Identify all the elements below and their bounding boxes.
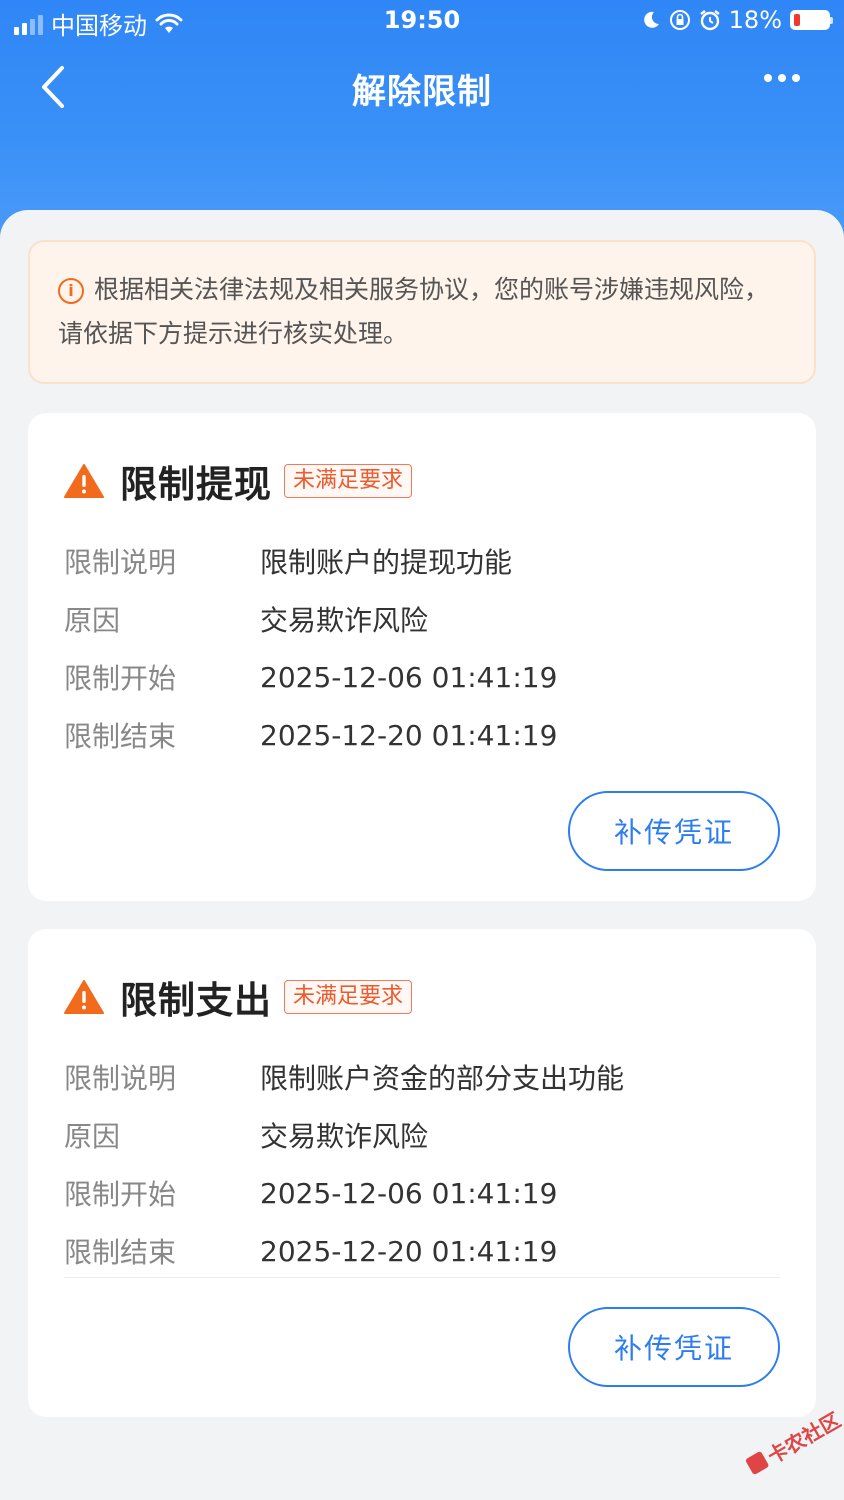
risk-notice: i 根据相关法律法规及相关服务协议，您的账号涉嫌违规风险，请依据下方提示进行核实处… [28, 240, 816, 384]
detail-row: 限制开始 2025-12-06 01:41:19 [64, 1173, 557, 1213]
more-dots-icon[interactable] [764, 74, 800, 82]
detail-row: 限制说明 限制账户的提现功能 [64, 541, 512, 581]
detail-label: 限制开始 [64, 1178, 177, 1211]
status-right: 18% [641, 6, 833, 34]
detail-row: 限制说明 限制账户资金的部分支出功能 [64, 1057, 624, 1097]
detail-value: 交易欺诈风险 [260, 1120, 429, 1153]
card-header: 限制提现 未满足要求 [64, 457, 413, 506]
restriction-card-withdraw: 限制提现 未满足要求 限制说明 限制账户的提现功能 原因 交易欺诈风险 限制开始… [28, 413, 816, 901]
page-title: 解除限制 [352, 72, 492, 112]
alarm-icon [699, 10, 720, 31]
detail-value: 交易欺诈风险 [260, 604, 429, 637]
detail-value: 2025-12-06 01:41:19 [260, 1176, 558, 1210]
detail-row: 限制结束 2025-12-20 01:41:19 [64, 1231, 557, 1271]
detail-value: 2025-12-20 01:41:19 [260, 1234, 558, 1268]
warning-icon [64, 980, 104, 1014]
upload-proof-button[interactable]: 补传凭证 [568, 1307, 780, 1387]
detail-label: 限制结束 [64, 720, 177, 753]
detail-label: 限制结束 [64, 1236, 177, 1269]
detail-value: 限制账户资金的部分支出功能 [260, 1062, 625, 1095]
restriction-card-spending: 限制支出 未满足要求 限制说明 限制账户资金的部分支出功能 原因 交易欺诈风险 … [28, 929, 816, 1417]
detail-label: 限制说明 [64, 1062, 177, 1095]
detail-row: 原因 交易欺诈风险 [64, 1115, 428, 1155]
moon-icon [643, 11, 659, 28]
info-icon: i [58, 278, 84, 304]
detail-value: 2025-12-06 01:41:19 [260, 660, 558, 694]
rotation-lock-icon [669, 10, 690, 30]
detail-label: 限制说明 [64, 546, 177, 579]
detail-label: 限制开始 [64, 662, 177, 695]
status-badge: 未满足要求 [284, 464, 413, 498]
detail-row: 限制开始 2025-12-06 01:41:19 [64, 657, 557, 697]
detail-label: 原因 [64, 604, 121, 637]
warning-icon [64, 464, 104, 498]
restriction-title: 限制提现 [120, 463, 272, 506]
nav-bar: 解除限制 [0, 44, 844, 130]
content-sheet: i 根据相关法律法规及相关服务协议，您的账号涉嫌违规风险，请依据下方提示进行核实处… [0, 210, 844, 1500]
restriction-title: 限制支出 [120, 979, 272, 1022]
detail-label: 原因 [64, 1120, 121, 1153]
detail-value: 2025-12-20 01:41:19 [260, 718, 558, 752]
divider [64, 1277, 780, 1278]
detail-row: 限制结束 2025-12-20 01:41:19 [64, 715, 557, 755]
card-header: 限制支出 未满足要求 [64, 973, 413, 1022]
upload-proof-button[interactable]: 补传凭证 [568, 791, 780, 871]
status-bar: 中国移动 19:50 18% [0, 0, 844, 44]
battery-percent: 18% [728, 6, 782, 34]
detail-row: 原因 交易欺诈风险 [64, 599, 428, 639]
notice-text: 根据相关法律法规及相关服务协议，您的账号涉嫌违规风险，请依据下方提示进行核实处理… [58, 275, 770, 348]
status-badge: 未满足要求 [284, 980, 413, 1014]
battery-icon [790, 10, 833, 30]
detail-value: 限制账户的提现功能 [260, 546, 513, 579]
